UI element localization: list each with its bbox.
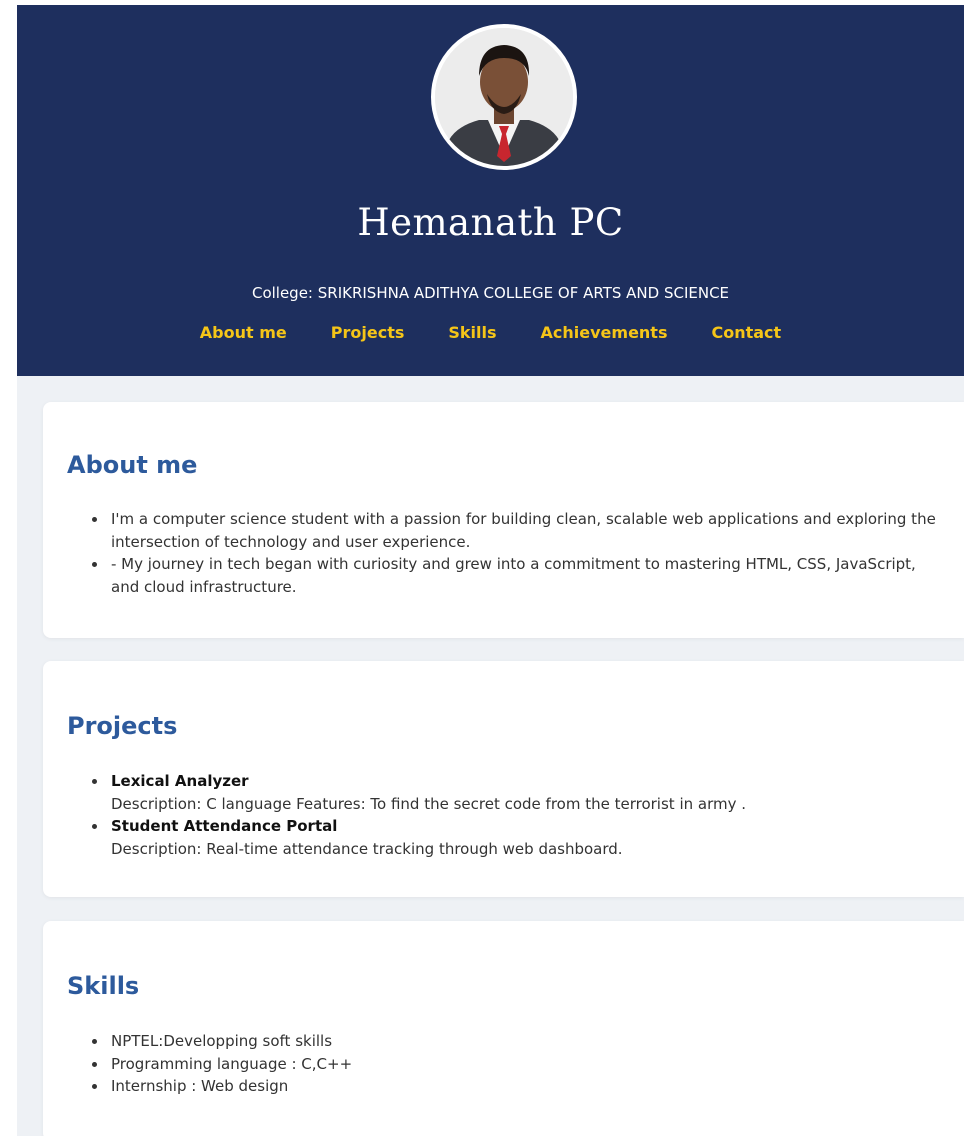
nav-link-achievements[interactable]: Achievements xyxy=(541,323,668,342)
about-item: - My journey in tech began with curiosit… xyxy=(92,553,944,598)
about-list: I'm a computer science student with a pa… xyxy=(92,508,944,598)
skills-list: NPTEL:Developping soft skills Programmin… xyxy=(92,1030,944,1098)
project-item: Lexical Analyzer Description: C language… xyxy=(92,770,944,815)
about-item: I'm a computer science student with a pa… xyxy=(92,508,944,553)
nav-link-about[interactable]: About me xyxy=(200,323,287,342)
profile-photo xyxy=(431,24,577,170)
about-heading: About me xyxy=(67,451,198,479)
skills-heading: Skills xyxy=(67,972,140,1000)
projects-list: Lexical Analyzer Description: C language… xyxy=(92,770,944,860)
projects-heading: Projects xyxy=(67,712,178,740)
page-title: Hemanath PC xyxy=(357,201,624,244)
project-description: Description: C language Features: To fin… xyxy=(111,794,747,813)
project-item: Student Attendance Portal Description: R… xyxy=(92,815,944,860)
skills-section: Skills NPTEL:Developping soft skills Pro… xyxy=(43,921,964,1136)
projects-section: Projects Lexical Analyzer Description: C… xyxy=(43,661,964,897)
about-section: About me I'm a computer science student … xyxy=(43,402,964,638)
header: Hemanath PC College: SRIKRISHNA ADITHYA … xyxy=(17,5,964,376)
project-title: Student Attendance Portal xyxy=(111,817,338,835)
skill-item: Internship : Web design xyxy=(92,1075,944,1098)
nav-link-projects[interactable]: Projects xyxy=(331,323,405,342)
main-nav: About me Projects Skills Achievements Co… xyxy=(17,323,964,342)
profile-photo-image xyxy=(435,28,573,166)
nav-link-skills[interactable]: Skills xyxy=(448,323,496,342)
college-info: College: SRIKRISHNA ADITHYA COLLEGE OF A… xyxy=(251,284,730,302)
project-title: Lexical Analyzer xyxy=(111,772,249,790)
skill-item: NPTEL:Developping soft skills xyxy=(92,1030,944,1053)
project-description: Description: Real-time attendance tracki… xyxy=(111,839,623,858)
skill-item: Programming language : C,C++ xyxy=(92,1053,944,1076)
nav-link-contact[interactable]: Contact xyxy=(711,323,781,342)
portfolio-page: Hemanath PC College: SRIKRISHNA ADITHYA … xyxy=(17,5,964,1136)
